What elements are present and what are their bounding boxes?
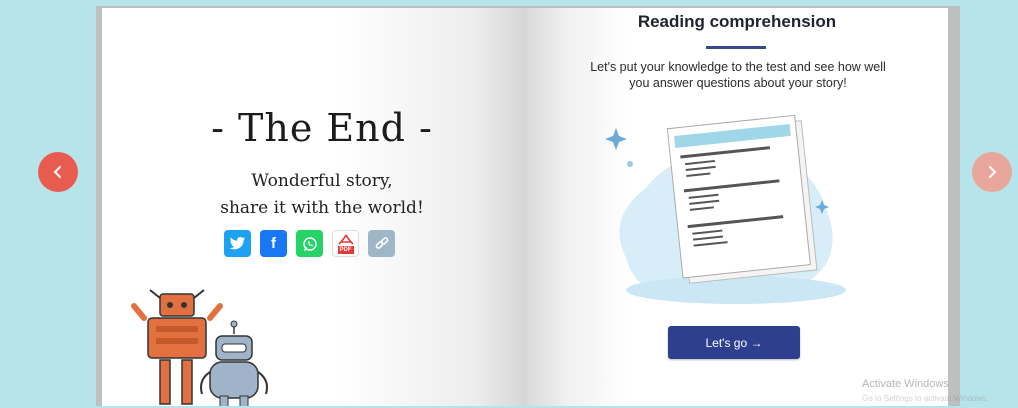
pdf-label: PDF — [337, 245, 354, 254]
reading-comprehension-title: Reading comprehension — [637, 12, 837, 31]
reading-comprehension-description: Let's put your knowledge to the test and… — [548, 59, 928, 91]
chevron-left-icon — [53, 166, 61, 178]
chevron-right-icon — [989, 166, 997, 178]
activate-windows-subtext: Go to Settings to activate Windows. — [862, 394, 989, 403]
share-buttons: f PDF — [224, 230, 395, 257]
description-line2: you answer questions about your story! — [629, 76, 847, 90]
pdf-download-button[interactable]: PDF — [332, 230, 359, 257]
pdf-icon — [337, 234, 354, 245]
link-icon — [375, 236, 388, 249]
description-line1: Let's put your knowledge to the test and… — [590, 60, 886, 74]
lets-go-button[interactable]: Let's go → — [668, 326, 800, 359]
activate-windows-watermark: Activate Windows — [862, 378, 949, 390]
whatsapp-share-button[interactable] — [296, 230, 323, 257]
copy-link-button[interactable] — [368, 230, 395, 257]
twitter-icon — [229, 236, 246, 249]
storybook: - The End - Wonderful story, share it wi… — [96, 6, 960, 406]
twitter-share-button[interactable] — [224, 230, 251, 257]
robots-illustration — [131, 289, 268, 406]
whatsapp-icon — [302, 236, 317, 251]
left-page: - The End - Wonderful story, share it wi… — [102, 8, 526, 406]
right-page: Reading comprehension Let's put your kno… — [526, 8, 948, 406]
title-underline — [706, 46, 766, 49]
share-prompt-line1: Wonderful story, — [251, 171, 393, 191]
end-title: - The End - — [211, 106, 433, 150]
share-prompt-line2: share it with the world! — [220, 198, 424, 218]
facebook-icon: f — [271, 235, 276, 252]
share-prompt: Wonderful story, share it with the world… — [102, 168, 526, 222]
facebook-share-button[interactable]: f — [260, 230, 287, 257]
next-page-button[interactable] — [972, 152, 1012, 192]
previous-page-button[interactable] — [38, 152, 78, 192]
quiz-illustration — [605, 114, 846, 304]
